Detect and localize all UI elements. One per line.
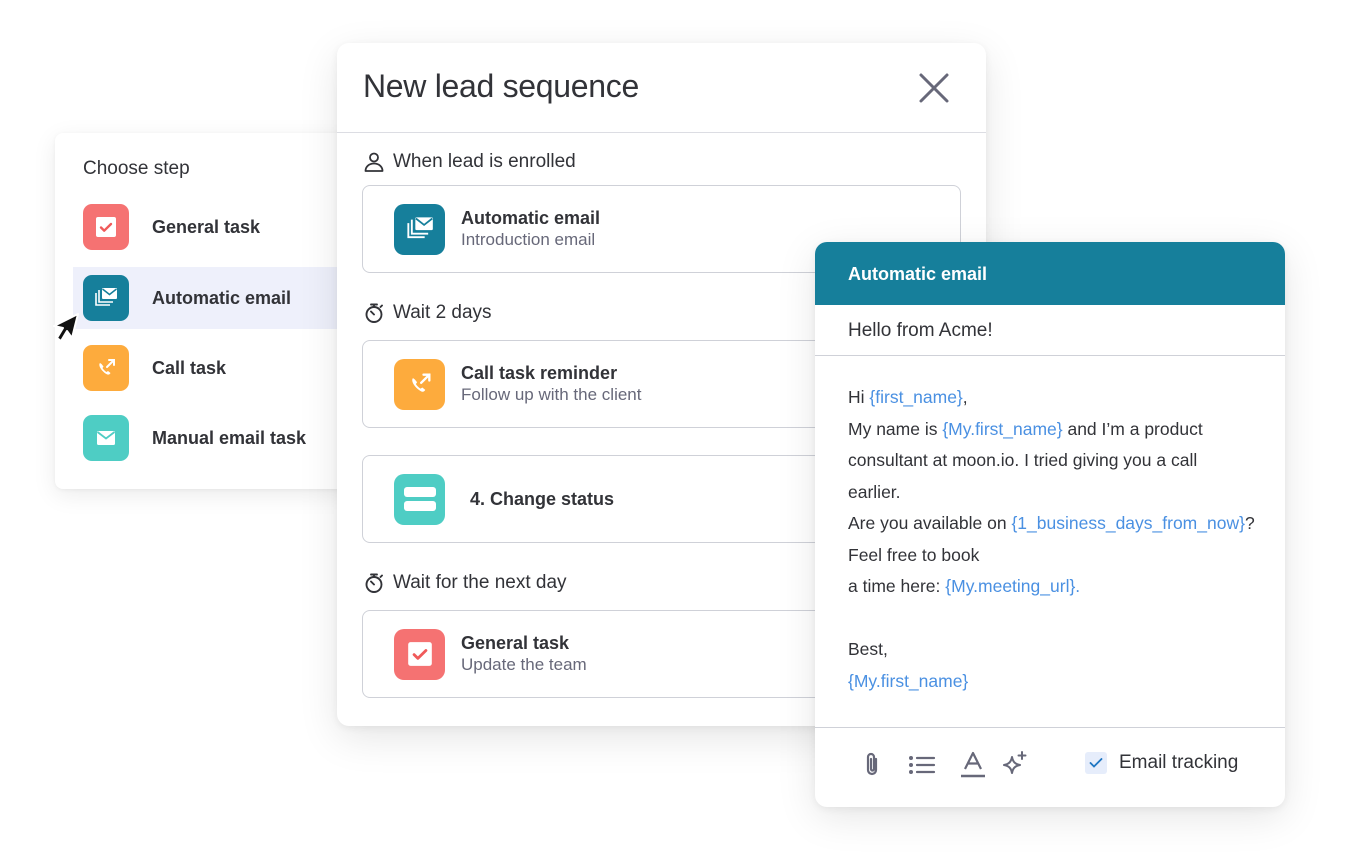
choose-step-title: Choose step bbox=[83, 158, 190, 179]
phone-outgoing-icon bbox=[394, 358, 445, 410]
mouse-cursor-icon bbox=[53, 313, 79, 342]
stacked-email-icon bbox=[83, 275, 129, 321]
body-line: Feel free to book bbox=[848, 544, 980, 565]
body-line: Are you available on {1_business_days_fr… bbox=[848, 513, 1255, 533]
choose-step-panel: Choose step General task Automatic email… bbox=[55, 133, 355, 489]
step-card-title: 4. Change status bbox=[470, 489, 615, 509]
step-option-label: Automatic email bbox=[152, 287, 292, 308]
step-option-general-task[interactable]: General task bbox=[73, 196, 355, 258]
close-icon[interactable] bbox=[916, 70, 952, 106]
person-icon bbox=[364, 152, 384, 172]
modal-header: New lead sequence bbox=[337, 43, 986, 133]
text-color-icon[interactable] bbox=[959, 750, 987, 780]
step-card-title: Call task reminder bbox=[461, 363, 618, 383]
step-option-manual-email-task[interactable]: Manual email task bbox=[73, 407, 355, 469]
trigger-label: When lead is enrolled bbox=[363, 151, 576, 173]
section-label-text: When lead is enrolled bbox=[393, 151, 576, 172]
automatic-email-editor: Automatic email Hello from Acme! Hi {fir… bbox=[815, 242, 1285, 807]
step-card-title: General task bbox=[461, 633, 570, 653]
step-option-label: Call task bbox=[152, 357, 227, 378]
email-tracking-checkbox[interactable]: Email tracking bbox=[1085, 752, 1238, 774]
body-line: {My.first_name} bbox=[848, 666, 1285, 698]
body-line: Best, bbox=[848, 639, 888, 659]
attachment-icon[interactable] bbox=[859, 750, 887, 780]
step-option-call-task[interactable]: Call task bbox=[73, 337, 355, 399]
status-icon bbox=[394, 473, 445, 525]
step-option-automatic-email[interactable]: Automatic email bbox=[73, 267, 355, 329]
email-editor-header: Automatic email bbox=[815, 242, 1285, 305]
check-icon bbox=[1089, 758, 1103, 768]
step-card-subtitle: Update the team bbox=[461, 655, 587, 674]
template-variable: {1_business_days_from_now} bbox=[1011, 513, 1245, 533]
section-label-text: Wait 2 days bbox=[393, 302, 492, 323]
body-line: earlier. bbox=[848, 481, 901, 502]
body-line: My name is {My.first_name} and I’m a pro… bbox=[848, 418, 1203, 439]
step-card-subtitle: Introduction email bbox=[461, 230, 596, 249]
modal-title: New lead sequence bbox=[363, 68, 639, 104]
email-toolbar: Email tracking bbox=[815, 728, 1285, 806]
step-card-subtitle: Follow up with the client bbox=[461, 385, 642, 404]
wait-label: Wait 2 days bbox=[363, 302, 492, 324]
email-tracking-label: Email tracking bbox=[1119, 752, 1239, 773]
template-variable: {first_name} bbox=[869, 387, 963, 407]
checkbox[interactable] bbox=[1085, 752, 1107, 774]
envelope-icon bbox=[83, 415, 129, 461]
template-variable: {My.first_name} bbox=[848, 670, 969, 691]
stopwatch-icon bbox=[365, 303, 383, 323]
checkbox-icon bbox=[83, 204, 129, 250]
step-card-title: Automatic email bbox=[461, 208, 601, 228]
email-subject-field[interactable]: Hello from Acme! bbox=[815, 305, 1285, 356]
ai-sparkle-icon[interactable] bbox=[1001, 750, 1029, 780]
stacked-email-icon bbox=[394, 203, 445, 255]
stopwatch-icon bbox=[365, 573, 383, 593]
checkbox-icon bbox=[394, 628, 445, 680]
wait-label: Wait for the next day bbox=[363, 572, 567, 594]
phone-outgoing-icon bbox=[83, 345, 129, 391]
list-icon[interactable] bbox=[907, 750, 937, 780]
template-variable: {My.meeting_url}. bbox=[945, 576, 1081, 596]
email-body-editor[interactable]: Hi {first_name}, My name is {My.first_na… bbox=[815, 356, 1285, 728]
step-option-label: General task bbox=[152, 216, 261, 237]
body-line: Hi {first_name}, bbox=[848, 387, 968, 407]
template-variable: {My.first_name} bbox=[942, 418, 1063, 439]
body-line: consultant at moon.io. I tried giving yo… bbox=[848, 450, 1198, 470]
body-blank-line bbox=[848, 603, 1285, 635]
step-option-label: Manual email task bbox=[152, 427, 307, 448]
body-line: a time here: {My.meeting_url}. bbox=[848, 576, 1081, 596]
section-label-text: Wait for the next day bbox=[393, 572, 567, 593]
